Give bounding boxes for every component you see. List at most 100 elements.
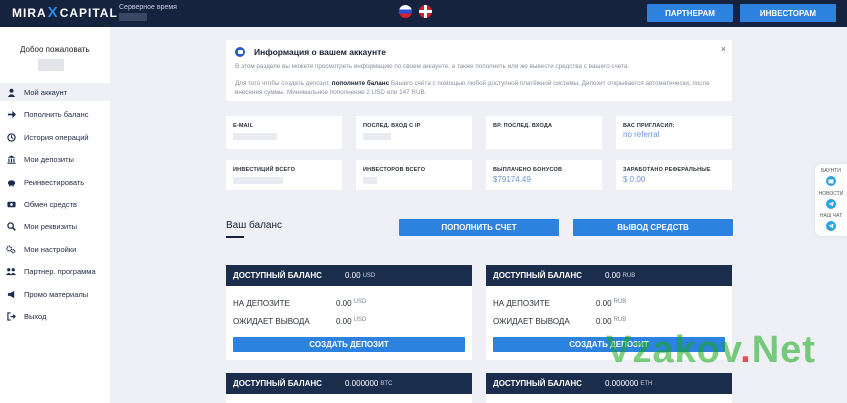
stat-label: ВЫПЛАЧЕНО БОНУСОВ	[493, 167, 563, 173]
stat-value: no referral	[623, 130, 660, 139]
sidebar: Добоо пожаловать Мой аккаунт Пополнить б…	[0, 27, 110, 403]
logout-icon	[6, 311, 16, 321]
server-time-value	[119, 13, 147, 21]
stat-label: ВАС ПРИГЛАСИЛ:	[623, 123, 675, 129]
deposit-balance-link[interactable]: пополните баланс	[332, 80, 389, 87]
stat-value-blurred	[363, 133, 391, 140]
available-balance-label: ДОСТУПНЫЙ БАЛАНС	[493, 271, 582, 280]
sidebar-item-logout[interactable]: Выход	[0, 307, 110, 325]
available-balance-value: 0.00	[345, 271, 361, 280]
stat-investments-total: ИНВЕСТИЦИЙ ВСЕГО	[226, 160, 342, 190]
currency-unit: RUB	[622, 272, 636, 279]
sidebar-item-history[interactable]: История операций	[0, 128, 110, 146]
stat-label: ИНВЕСТОРОВ ВСЕГО	[363, 167, 426, 173]
sidebar-item-label: Пополнить баланс	[24, 109, 89, 119]
investors-button[interactable]: ИНВЕСТОРАМ	[740, 4, 836, 22]
news-link[interactable]: НОВОСТИ	[815, 191, 847, 197]
available-balance-value: 0.000000	[345, 379, 379, 388]
logo[interactable]: MIRA X CAPITAL	[12, 4, 118, 21]
sidebar-item-account[interactable]: Мой аккаунт	[0, 83, 110, 101]
stat-value: $ 0.00	[623, 175, 646, 184]
stat-referral-earned: ЗАРАБОТАНО РЕФЕРАЛЬНЫЕ $ 0.00	[616, 160, 732, 190]
stat-investors-total: ИНВЕСТОРОВ ВСЕГО	[356, 160, 472, 190]
create-deposit-button[interactable]: СОЗДАТЬ ДЕПОЗИТ	[233, 337, 465, 352]
sidebar-item-exchange[interactable]: Обмен средств	[0, 195, 110, 213]
available-balance-value: 0.000000	[605, 379, 639, 388]
sidebar-item-label: Промо материалы	[24, 289, 89, 299]
on-deposit-row: НА ДЕПОЗИТЕ 0.00 RUB	[493, 299, 627, 308]
available-balance-label: ДОСТУПНЫЙ БАЛАНС	[493, 379, 582, 388]
sidebar-item-label: История операций	[24, 132, 89, 142]
stat-invited-by: ВАС ПРИГЛАСИЛ: no referral	[616, 116, 732, 149]
user-icon	[6, 87, 16, 97]
logo-text-right: CAPITAL	[59, 6, 118, 20]
close-icon[interactable]: ×	[721, 44, 726, 54]
available-balance-value: 0.00	[605, 271, 621, 280]
sidebar-item-label: Мои депозиты	[24, 154, 74, 164]
sidebar-item-settings[interactable]: Мои настройки	[0, 240, 110, 258]
info-chat-icon	[235, 47, 245, 57]
stat-bonus-paid: ВЫПЛАЧЕНО БОНУСОВ $79174.49	[486, 160, 602, 190]
stat-label: ПОСЛЕД. ВХОД С IP	[363, 123, 421, 129]
flag-gb-icon[interactable]	[419, 5, 432, 18]
sidebar-item-reinvest[interactable]: Реинвестировать	[0, 173, 110, 191]
top-up-account-button[interactable]: ПОПОЛНИТЬ СЧЕТ	[399, 219, 559, 236]
top-bar: MIRA X CAPITAL Серверное время ПАРТНЕРАМ…	[0, 0, 847, 27]
search-icon	[6, 221, 16, 231]
sidebar-item-label: Мой аккаунт	[24, 87, 68, 97]
welcome-text: Добоо пожаловать	[20, 45, 90, 54]
sidebar-item-partner-program[interactable]: Партнер. программа	[0, 262, 110, 280]
stat-email: E-MAIL	[226, 116, 342, 149]
currency-unit: ETH	[640, 380, 653, 387]
stat-value-blurred	[233, 133, 277, 140]
gear-icon	[6, 244, 16, 254]
currency-unit: USD	[362, 272, 376, 279]
history-icon	[6, 132, 16, 142]
gift-icon[interactable]	[826, 176, 836, 186]
telegram-news-icon[interactable]	[826, 199, 836, 209]
balance-title-underline	[226, 236, 244, 238]
username-blurred	[38, 59, 64, 71]
pending-withdrawal-row: ОЖИДАЕТ ВЫВОДА 0.00 RUB	[493, 317, 627, 326]
available-balance-label: ДОСТУПНЫЙ БАЛАНС	[233, 271, 322, 280]
telegram-chat-icon[interactable]	[826, 221, 836, 231]
logo-text-left: MIRA	[12, 6, 47, 20]
on-deposit-row: НА ДЕПОЗИТЕ 0.00 USD	[233, 299, 367, 308]
account-info-panel: Информация о вашем аккаунте × В этом раз…	[226, 40, 732, 101]
partners-icon	[6, 266, 16, 276]
logo-x-mark: X	[47, 4, 59, 21]
sidebar-item-deposits[interactable]: Мои депозиты	[0, 150, 110, 168]
balance-title: Ваш баланс	[226, 220, 283, 231]
sidebar-item-promo[interactable]: Промо материалы	[0, 285, 110, 303]
stat-value-blurred	[363, 177, 377, 184]
balance-card-header: ДОСТУПНЫЙ БАЛАНС 0.000000 ETH	[486, 373, 732, 394]
partners-button[interactable]: ПАРТНЕРАМ	[647, 4, 733, 22]
bank-icon	[6, 154, 16, 164]
sidebar-item-label: Выход	[24, 311, 47, 321]
server-time-label: Серверное время	[119, 4, 177, 11]
stat-last-login-time: ВР. ПОСЛЕД. ВХОДА	[486, 116, 602, 149]
piggy-bank-icon	[6, 177, 16, 187]
social-widget: БАУНТИ НОВОСТИ НАШ ЧАТ	[815, 164, 847, 236]
balance-card-header: ДОСТУПНЫЙ БАЛАНС 0.000000 BTC	[226, 373, 472, 394]
balance-card-usd: ДОСТУПНЫЙ БАЛАНС 0.00 USD НА ДЕПОЗИТЕ 0.…	[226, 265, 472, 360]
sidebar-item-deposit-balance[interactable]: Пополнить баланс	[0, 105, 110, 123]
bounty-link[interactable]: БАУНТИ	[815, 168, 847, 174]
stat-last-login-ip: ПОСЛЕД. ВХОД С IP	[356, 116, 472, 149]
stat-value: $79174.49	[493, 175, 531, 184]
sidebar-item-label: Мои реквизиты	[24, 221, 78, 231]
sidebar-item-label: Реинвестировать	[24, 177, 85, 187]
info-description: В этом разделе вы можете просмотреть инф…	[235, 63, 630, 70]
withdraw-funds-button[interactable]: ВЫВОД СРЕДСТВ	[573, 219, 733, 236]
chat-link[interactable]: НАШ ЧАТ	[815, 213, 847, 219]
stat-label: ИНВЕСТИЦИЙ ВСЕГО	[233, 167, 296, 173]
stat-label: ЗАРАБОТАНО РЕФЕРАЛЬНЫЕ	[623, 167, 711, 173]
pending-withdrawal-row: ОЖИДАЕТ ВЫВОДА 0.00 USD	[233, 317, 367, 326]
stat-label: E-MAIL	[233, 123, 254, 129]
available-balance-label: ДОСТУПНЫЙ БАЛАНС	[233, 379, 322, 388]
sidebar-item-label: Обмен средств	[24, 199, 77, 209]
info-title: Информация о вашем аккаунте	[254, 47, 386, 57]
balance-card-btc: ДОСТУПНЫЙ БАЛАНС 0.000000 BTC	[226, 373, 472, 403]
sidebar-item-requisites[interactable]: Мои реквизиты	[0, 217, 110, 235]
flag-ru-icon[interactable]	[399, 5, 412, 18]
